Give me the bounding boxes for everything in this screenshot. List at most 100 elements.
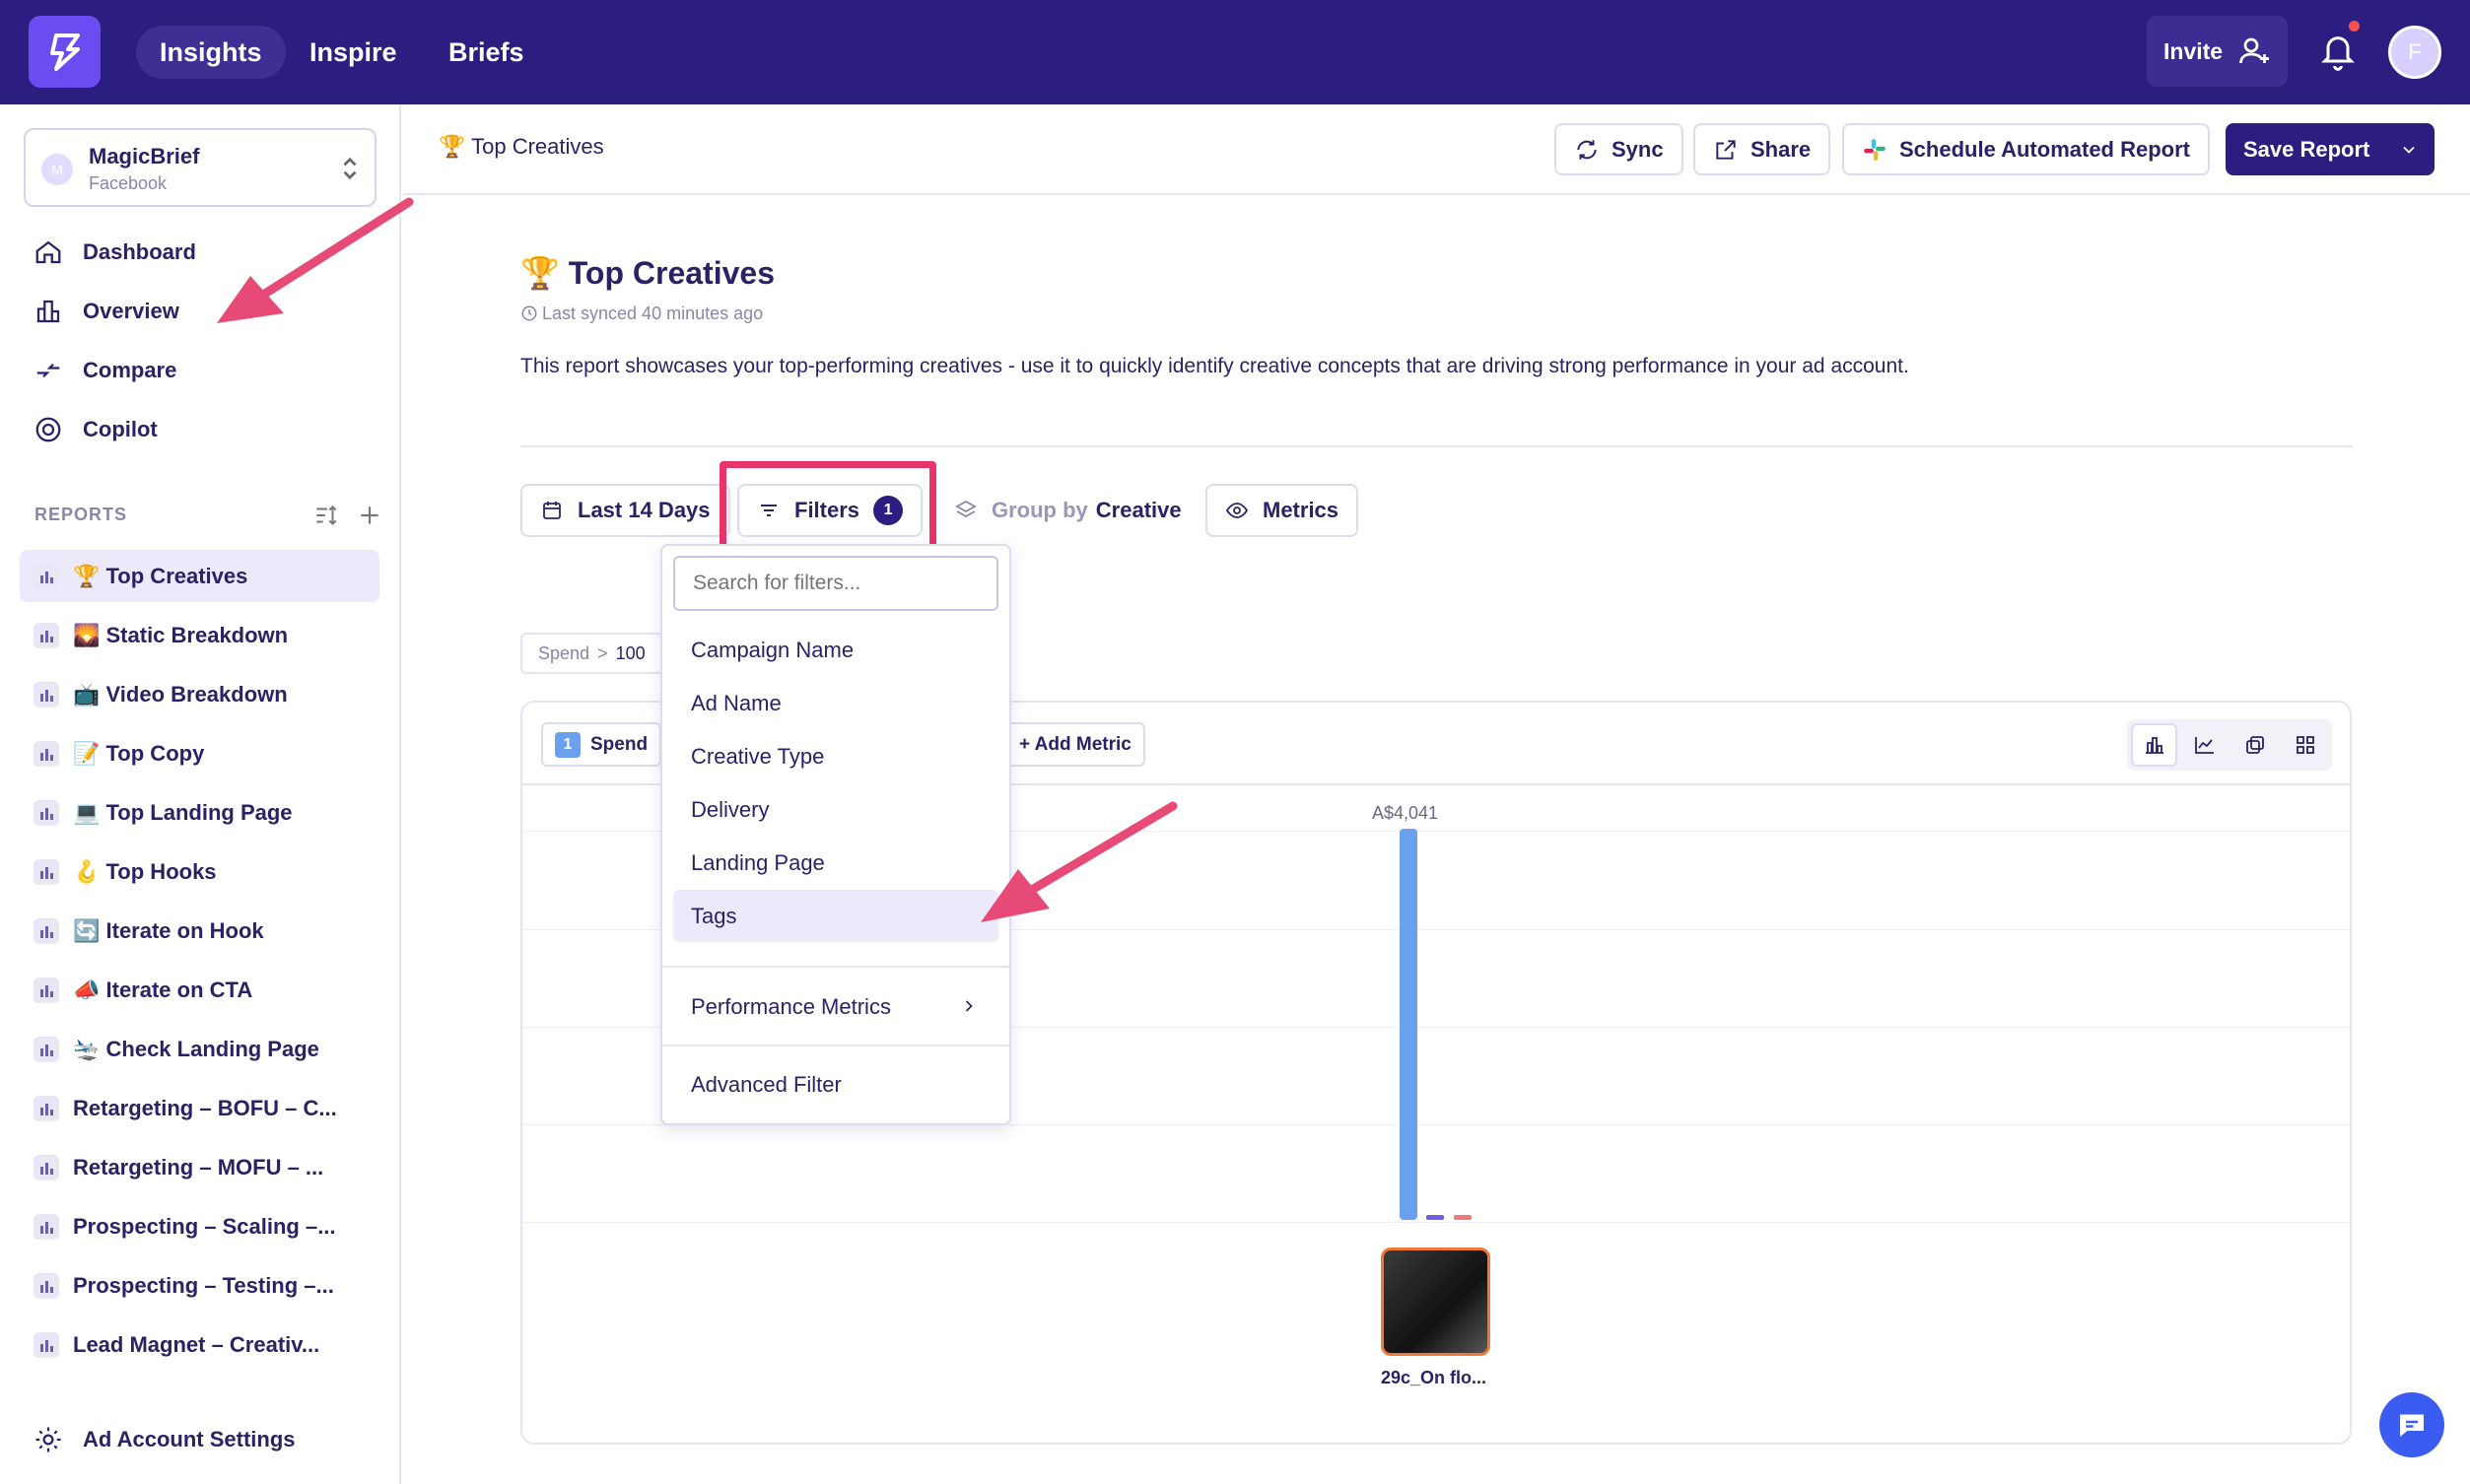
sidebar-report-item[interactable]: Lead Magnet – Creativ...	[20, 1318, 379, 1371]
group-by-prefix: Group by	[992, 498, 1088, 522]
add-report-icon[interactable]	[357, 503, 382, 528]
home-icon	[35, 240, 61, 264]
report-chart-icon	[34, 977, 59, 1003]
report-item-label: 📝 Top Copy	[73, 740, 205, 766]
sidebar-report-item[interactable]: 🪝 Top Hooks	[20, 845, 379, 898]
group-by-value: Creative	[1095, 498, 1182, 522]
save-report-button[interactable]: Save Report	[2226, 123, 2435, 175]
performance-metrics-label: Performance Metrics	[691, 993, 891, 1019]
compare-view-button[interactable]	[2231, 723, 2278, 767]
invite-label: Invite	[2163, 37, 2224, 64]
metrics-label: Metrics	[1263, 498, 1339, 522]
chip-value: 100	[615, 642, 646, 663]
creative-thumbnail[interactable]	[1381, 1248, 1490, 1356]
bar-chart-icon	[2145, 737, 2163, 754]
tab-insights[interactable]: Insights	[136, 26, 286, 79]
sidebar-report-item[interactable]: 📺 Video Breakdown	[20, 668, 379, 720]
sidebar-report-item[interactable]: 🛬 Check Landing Page	[20, 1023, 379, 1075]
metric-tag-spend[interactable]: 1 Spend	[541, 722, 662, 767]
report-chart-icon	[34, 563, 59, 589]
report-chart-icon	[34, 622, 59, 648]
tab-inspire[interactable]: Inspire	[286, 26, 421, 79]
chart-view-switcher	[2127, 719, 2332, 771]
account-name: MagicBrief	[89, 144, 200, 169]
schedule-report-button[interactable]: Schedule Automated Report	[1842, 123, 2210, 175]
sidebar-report-item[interactable]: Retargeting – BOFU – C...	[20, 1082, 379, 1134]
sidebar-report-item[interactable]: 💻 Top Landing Page	[20, 786, 379, 839]
sidebar-item-compare[interactable]: Compare	[34, 351, 176, 390]
refresh-icon	[1577, 139, 1597, 160]
sidebar-report-item[interactable]: 🏆 Top Creatives	[20, 550, 379, 602]
chart-bar-secondary	[1426, 1215, 1444, 1220]
grid-view-button[interactable]	[2282, 723, 2328, 767]
sidebar-report-item[interactable]: Prospecting – Testing –...	[20, 1259, 379, 1312]
active-filter-chip[interactable]: Spend > 100	[520, 633, 663, 674]
chat-support-button[interactable]	[2379, 1392, 2444, 1457]
filter-option-delivery[interactable]: Delivery	[673, 783, 998, 836]
user-avatar[interactable]: F	[2388, 26, 2441, 79]
report-item-label: Retargeting – BOFU – C...	[73, 1095, 337, 1120]
report-chart-icon	[34, 799, 59, 826]
sidebar-report-item[interactable]: 📣 Iterate on CTA	[20, 964, 379, 1016]
filter-option-tags[interactable]: Tags	[673, 890, 998, 942]
clock-icon	[521, 305, 537, 321]
gear-icon	[35, 1427, 61, 1452]
settings-label: Ad Account Settings	[83, 1427, 296, 1451]
report-chart-icon	[34, 917, 59, 944]
filter-option-campaign-name[interactable]: Campaign Name	[673, 624, 998, 676]
tab-briefs[interactable]: Briefs	[425, 26, 548, 79]
report-chart-icon	[34, 1154, 59, 1180]
report-item-label: Retargeting – MOFU – ...	[73, 1154, 324, 1180]
sidebar-report-item[interactable]: 🌄 Static Breakdown	[20, 609, 379, 661]
magicbrief-logo[interactable]	[29, 16, 101, 88]
group-by-button[interactable]: Group by Creative	[934, 484, 1201, 537]
sidebar-item-copilot[interactable]: Copilot	[34, 410, 158, 449]
slack-icon	[1864, 138, 1886, 161]
filter-option-ad-name[interactable]: Ad Name	[673, 677, 998, 729]
filter-search-input[interactable]	[673, 556, 998, 611]
account-platform: Facebook	[89, 173, 168, 193]
filter-option-advanced[interactable]: Advanced Filter	[673, 1058, 998, 1111]
filters-highlight-box	[720, 461, 936, 555]
sync-button[interactable]: Sync	[1554, 123, 1683, 175]
bar-data-label: A$4,041	[1372, 803, 1439, 823]
account-switcher[interactable]: M MagicBrief Facebook	[24, 128, 377, 207]
sidebar-item-overview[interactable]: Overview	[34, 292, 179, 331]
bar-view-button[interactable]	[2131, 723, 2178, 767]
report-chart-icon	[34, 1331, 59, 1358]
sidebar-item-dashboard[interactable]: Dashboard	[34, 233, 196, 272]
report-item-label: 📺 Video Breakdown	[73, 681, 288, 707]
chip-operator: >	[597, 642, 608, 663]
sidebar-report-item[interactable]: Prospecting – Scaling –...	[20, 1200, 379, 1252]
add-metric-button[interactable]: + Add Metric	[1005, 722, 1145, 767]
bell-icon[interactable]	[2318, 30, 2358, 73]
sidebar-item-label: Overview	[83, 299, 179, 323]
chevron-right-icon	[965, 1000, 973, 1012]
bar-chart-icon	[36, 300, 60, 323]
filter-option-performance-metrics[interactable]: Performance Metrics	[673, 980, 998, 1033]
report-description: This report showcases your top-performin…	[520, 355, 1909, 377]
logo-bolt-icon	[49, 33, 80, 71]
ad-account-settings-link[interactable]: Ad Account Settings	[34, 1425, 296, 1454]
share-button[interactable]: Share	[1693, 123, 1831, 175]
reports-actions	[313, 503, 382, 528]
chevron-down-icon[interactable]	[2399, 140, 2419, 160]
sidebar-report-item[interactable]: 📝 Top Copy	[20, 727, 379, 779]
sidebar-report-item[interactable]: 🔄 Iterate on Hook	[20, 905, 379, 957]
metrics-button[interactable]: Metrics	[1205, 484, 1359, 537]
report-item-label: 🪝 Top Hooks	[73, 858, 217, 884]
sort-icon[interactable]	[313, 503, 339, 528]
filter-option-landing-page[interactable]: Landing Page	[673, 837, 998, 889]
invite-button[interactable]: Invite	[2147, 16, 2288, 87]
date-range-button[interactable]: Last 14 Days	[520, 484, 730, 537]
dropdown-divider	[662, 966, 1009, 968]
layers-icon	[955, 500, 977, 518]
chart-bar[interactable]	[1400, 829, 1417, 1220]
line-view-button[interactable]	[2181, 723, 2228, 767]
sidebar-report-item[interactable]: Retargeting – MOFU – ...	[20, 1141, 379, 1193]
sync-label: Sync	[1612, 136, 1664, 162]
report-item-label: 💻 Top Landing Page	[73, 799, 293, 825]
chart-bar-tertiary	[1454, 1215, 1472, 1220]
target-icon	[35, 417, 61, 442]
filter-option-creative-type[interactable]: Creative Type	[673, 730, 998, 782]
